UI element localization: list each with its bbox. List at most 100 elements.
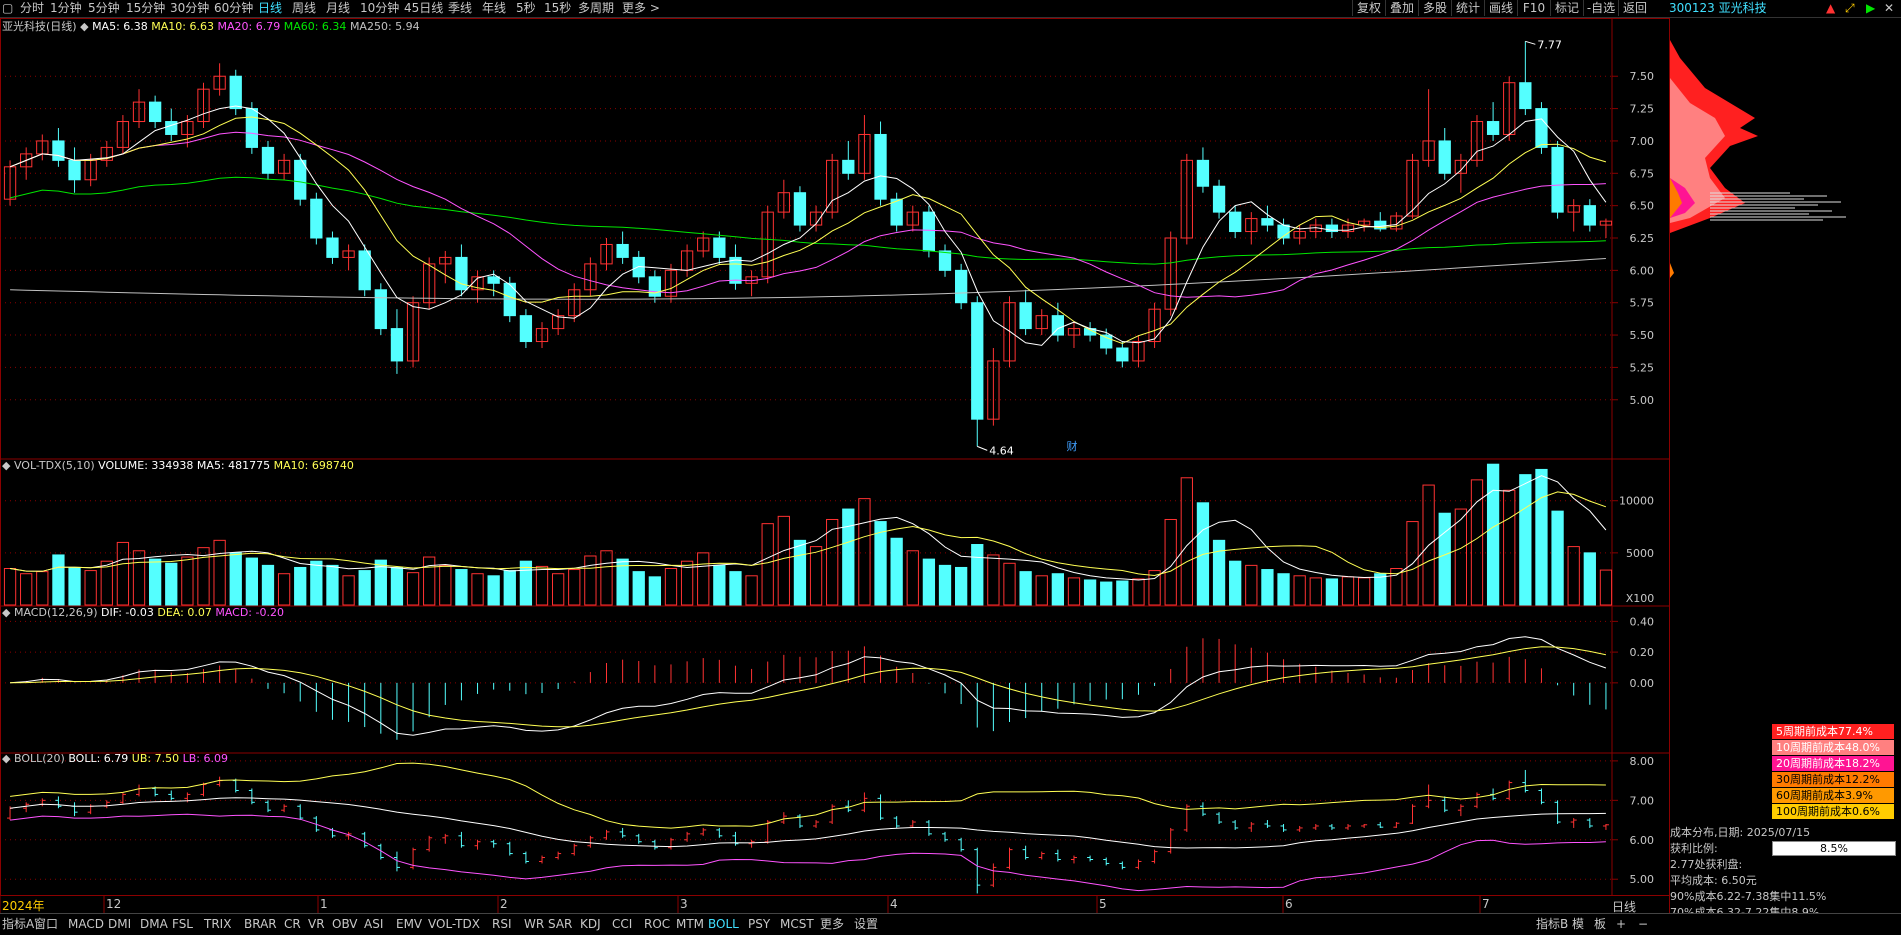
indicator-tab-11[interactable]: ASI <box>364 917 383 931</box>
volume-bar <box>1454 508 1468 606</box>
cost-legend-5: 100周期前成本0.6% <box>1772 804 1894 819</box>
boll-lb-line <box>10 813 1606 892</box>
period-7[interactable]: 周线 <box>292 1 316 15</box>
volume-bar <box>761 523 774 606</box>
period-0[interactable]: 分时 <box>20 1 44 15</box>
volume-bar <box>439 564 452 606</box>
indicator-tab-13[interactable]: VOL-TDX <box>428 917 480 931</box>
indicator-tab-6[interactable]: TRIX <box>204 917 231 931</box>
period-14[interactable]: 15秒 <box>544 1 571 15</box>
volume-bar <box>1293 575 1306 606</box>
bottom-right-btn-4[interactable]: − <box>1638 917 1648 931</box>
candle-body <box>1261 218 1274 226</box>
toolbar-btn-8[interactable]: 返回 <box>1618 0 1651 16</box>
toolbar-btn-2[interactable]: 多股 <box>1418 0 1451 16</box>
bottom-right-btn-1[interactable]: 模 <box>1572 917 1584 931</box>
period-4[interactable]: 30分钟 <box>170 1 209 15</box>
up-arrow-icon[interactable]: ▲ <box>1826 1 1835 15</box>
period-5[interactable]: 60分钟 <box>214 1 253 15</box>
toolbar-btn-4[interactable]: 画线 <box>1484 0 1517 16</box>
indicator-tab-4[interactable]: DMA <box>140 917 168 931</box>
dif-value: DIF: -0.03 <box>101 606 154 619</box>
macd-tick-label: 0.40 <box>1630 615 1655 628</box>
cost-distribution-chart <box>1670 40 1846 278</box>
ma60-value: MA60: 6.34 <box>283 20 347 33</box>
bottom-right-btn-0[interactable]: 指标B <box>1536 917 1568 931</box>
period-15[interactable]: 多周期 <box>578 1 614 15</box>
indicator-tab-23[interactable]: MCST <box>780 917 814 931</box>
period-1[interactable]: 1分钟 <box>50 1 82 15</box>
toolbar-btn-3[interactable]: 统计 <box>1451 0 1484 16</box>
indicator-tab-14[interactable]: RSI <box>492 917 512 931</box>
volume-bar <box>1325 578 1339 606</box>
indicator-tab-17[interactable]: KDJ <box>580 917 601 931</box>
indicator-tab-8[interactable]: CR <box>284 917 301 931</box>
period-9[interactable]: 10分钟 <box>360 1 399 15</box>
indicator-tab-0[interactable]: 指标A <box>2 917 34 931</box>
volume-bar <box>503 570 516 606</box>
cost-legend-2: 20周期前成本18.2% <box>1772 756 1894 771</box>
indicator-tab-18[interactable]: CCI <box>612 917 632 931</box>
volume-bar <box>713 564 726 606</box>
period-12[interactable]: 年线 <box>482 1 506 15</box>
x-axis-label-5: 4 <box>890 897 898 911</box>
indicator-tab-19[interactable]: ROC <box>644 917 670 931</box>
play-icon[interactable]: ▶ <box>1866 1 1875 15</box>
price-tick-label: 7.25 <box>1630 103 1655 116</box>
indicator-tab-21[interactable]: BOLL <box>708 917 739 931</box>
period-13[interactable]: 5秒 <box>516 1 536 15</box>
volume-bar <box>423 556 436 606</box>
volume-bar <box>1019 571 1032 606</box>
candle-body <box>294 159 307 200</box>
toolbar-btn-6[interactable]: 标记 <box>1550 0 1583 16</box>
cost-legend-4: 60周期前成本3.9% <box>1772 788 1894 803</box>
volume-bar <box>277 573 291 606</box>
period-6[interactable]: 日线 <box>258 1 282 15</box>
period-16[interactable]: 更多 > <box>622 1 660 15</box>
volume-bar <box>1519 474 1532 606</box>
candle-body <box>842 159 855 174</box>
volume-bar <box>116 541 130 606</box>
indicator-tab-10[interactable]: OBV <box>332 917 358 931</box>
high-marker <box>1525 40 1536 45</box>
indicator-tab-2[interactable]: MACD <box>68 917 104 931</box>
indicator-tab-25[interactable]: 设置 <box>854 917 878 931</box>
indicator-tab-9[interactable]: VR <box>308 917 325 931</box>
volume-bar <box>809 546 823 606</box>
indicator-tab-5[interactable]: FSL <box>172 917 193 931</box>
indicator-tab-24[interactable]: 更多 <box>820 917 844 931</box>
indicator-tab-1[interactable]: 窗口 <box>34 917 58 931</box>
period-10[interactable]: 45日线 <box>404 1 443 15</box>
macd-tick-label: 0.20 <box>1630 646 1655 659</box>
volume-bar <box>181 556 194 606</box>
period-11[interactable]: 季线 <box>448 1 472 15</box>
volume-bar <box>1083 579 1097 606</box>
close-icon[interactable]: ✕ <box>1884 1 1894 15</box>
indicator-tab-12[interactable]: EMV <box>396 917 422 931</box>
indicator-tab-3[interactable]: DMI <box>108 917 131 931</box>
indicator-tab-22[interactable]: PSY <box>748 917 770 931</box>
cost-legend-3: 30周期前成本12.2% <box>1772 772 1894 787</box>
candle-body <box>922 211 936 252</box>
volume-bar <box>890 537 903 606</box>
expand-icon[interactable]: ⤢ <box>1845 1 1855 15</box>
cost-legend-0: 5周期前成本77.4% <box>1772 724 1894 739</box>
period-8[interactable]: 月线 <box>326 1 350 15</box>
menu-icon[interactable]: ▢ <box>2 1 13 15</box>
indicator-tab-20[interactable]: MTM <box>676 917 704 931</box>
toolbar-btn-5[interactable]: F10 <box>1517 0 1550 16</box>
toolbar-btn-7[interactable]: -自选 <box>1583 0 1618 16</box>
volume-bar <box>148 558 162 606</box>
bottom-right-btn-2[interactable]: 板 <box>1594 917 1606 931</box>
dea-line <box>10 646 1607 728</box>
indicator-tab-15[interactable]: WR <box>524 917 544 931</box>
toolbar-btn-1[interactable]: 叠加 <box>1385 0 1418 16</box>
volume-bar <box>1100 581 1113 606</box>
indicator-tab-7[interactable]: BRAR <box>244 917 277 931</box>
period-3[interactable]: 15分钟 <box>126 1 165 15</box>
volume-bar <box>342 575 355 606</box>
indicator-tab-16[interactable]: SAR <box>548 917 572 931</box>
period-2[interactable]: 5分钟 <box>88 1 120 15</box>
toolbar-btn-0[interactable]: 复权 <box>1352 0 1385 16</box>
bottom-right-btn-3[interactable]: + <box>1616 917 1626 931</box>
